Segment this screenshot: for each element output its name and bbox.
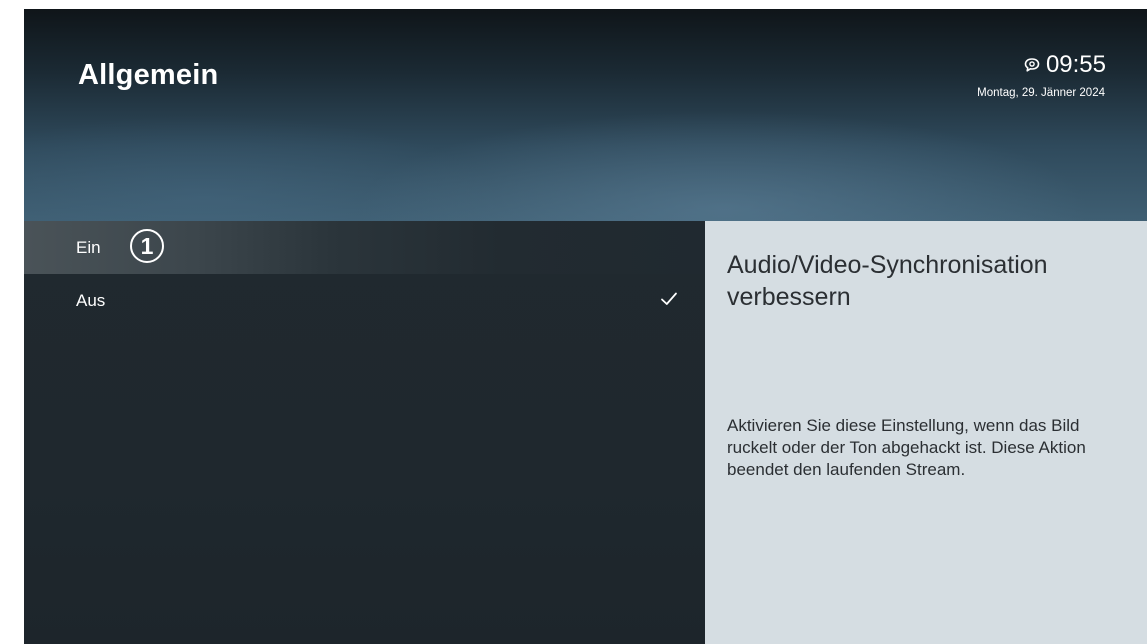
page-title: Allgemein <box>78 59 219 91</box>
options-list: Ein 1 Aus <box>24 221 705 644</box>
clock-time: 09:55 <box>1045 51 1106 78</box>
tv-screen: Allgemein 09:55 Montag, 29. Jänner 2024 … <box>24 9 1147 644</box>
info-panel: Audio/Video-Synchronisation verbessern A… <box>705 221 1147 644</box>
option-aus-label: Aus <box>76 290 106 310</box>
annotation-marker: 1 <box>130 229 164 263</box>
option-ein[interactable]: Ein 1 <box>24 221 705 274</box>
info-title: Audio/Video-Synchronisation verbessern <box>727 251 1048 311</box>
info-description: Aktivieren Sie diese Einstellung, wenn d… <box>727 416 1086 479</box>
clock: 09:55 <box>1024 51 1106 79</box>
header: Allgemein 09:55 Montag, 29. Jänner 2024 <box>24 9 1147 221</box>
option-ein-label: Ein <box>76 237 101 257</box>
checkmark-icon <box>661 292 677 305</box>
option-aus[interactable]: Aus <box>24 274 705 327</box>
speech-bubble-icon <box>1024 58 1040 72</box>
date-label: Montag, 29. Jänner 2024 <box>977 87 1105 99</box>
